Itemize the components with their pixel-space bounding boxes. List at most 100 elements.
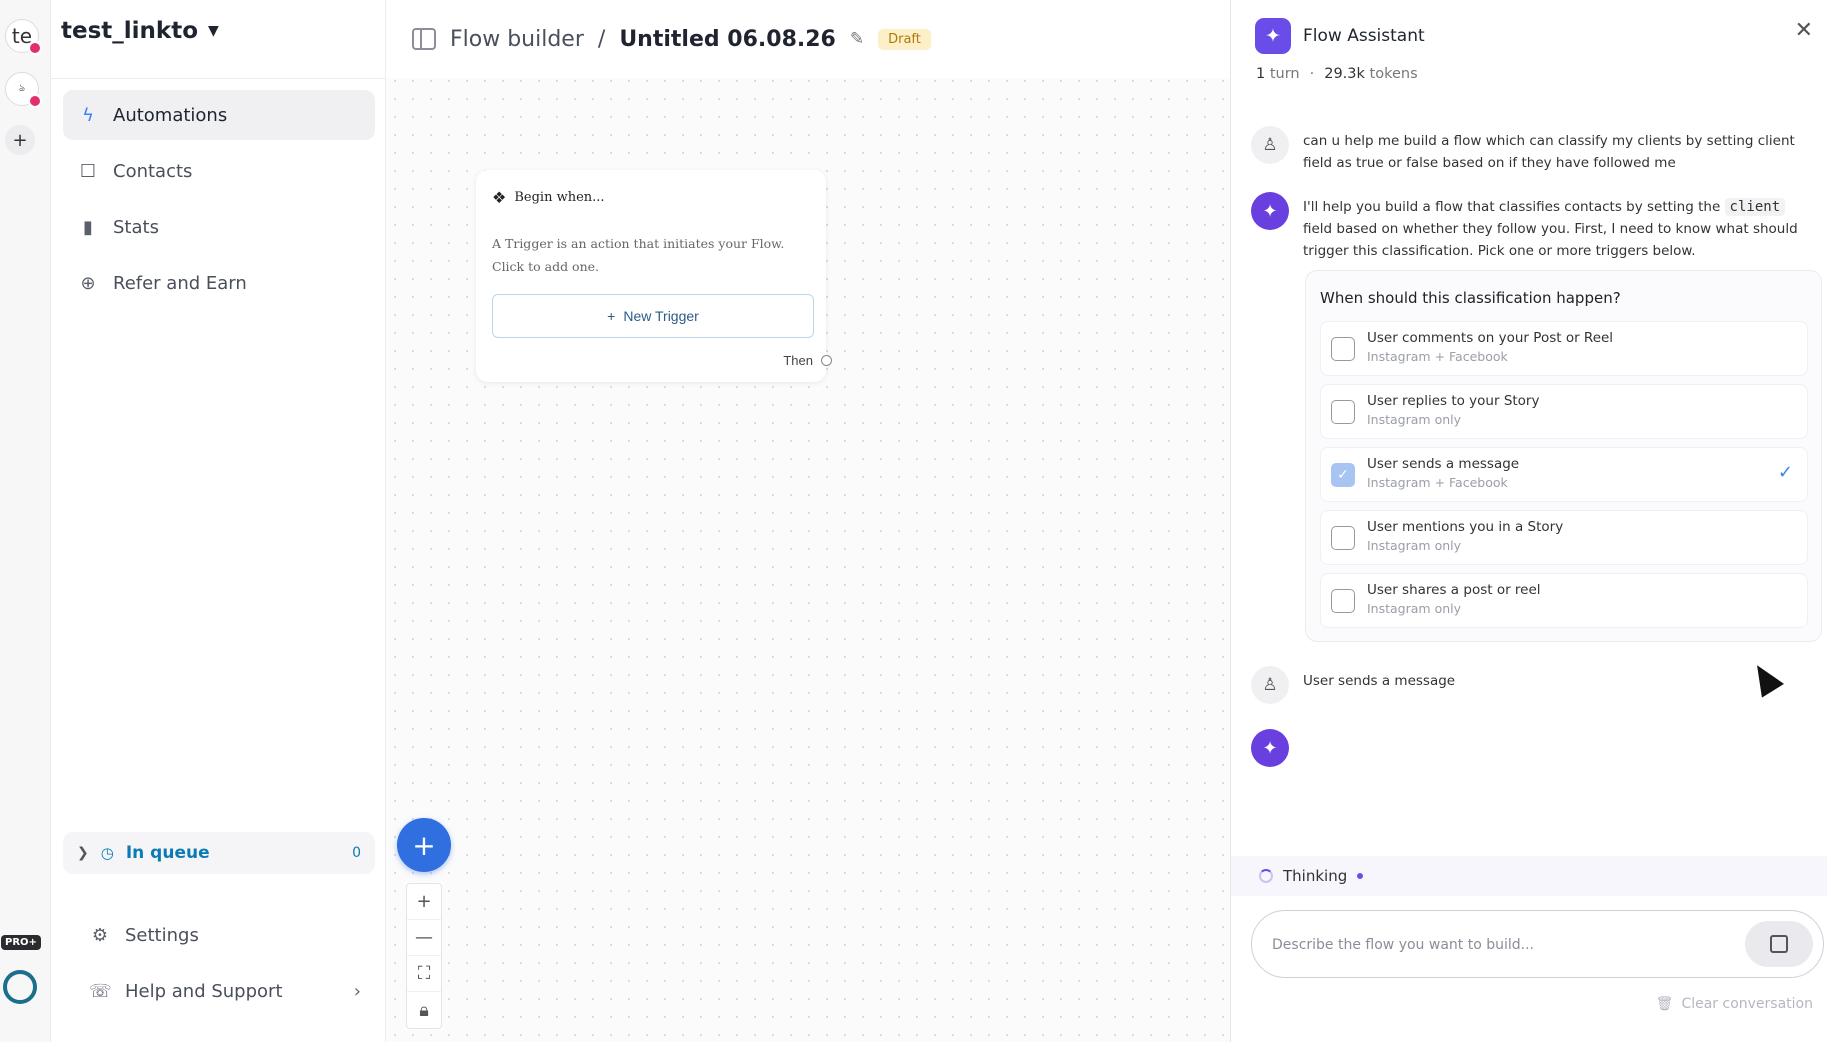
- instagram-icon: [28, 94, 42, 108]
- connector-handle[interactable]: [821, 355, 832, 366]
- workspace-switcher[interactable]: test_linkto ▼: [61, 18, 219, 44]
- option-title: User replies to your Story: [1367, 393, 1540, 409]
- chevron-right-icon: ›: [353, 980, 361, 1002]
- option-title: User comments on your Post or Reel: [1367, 330, 1614, 346]
- then-connector[interactable]: Then: [783, 353, 832, 368]
- trigger-option[interactable]: User replies to your Story Instagram onl…: [1320, 384, 1808, 439]
- choice-question: When should this classification happen?: [1320, 289, 1621, 307]
- stats-separator: ·: [1309, 66, 1315, 82]
- new-trigger-label: New Trigger: [623, 308, 699, 324]
- lock-button[interactable]: 🔒︎: [407, 992, 441, 1028]
- checkmark-icon: ✓: [1777, 462, 1793, 483]
- trigger-option-selected[interactable]: ✓ User sends a message Instagram + Faceb…: [1320, 447, 1808, 502]
- assistant-title: Flow Assistant: [1303, 26, 1425, 46]
- flow-canvas[interactable]: Flow builder / Untitled 06.08.26 ✎ Draft…: [386, 0, 1230, 1042]
- spinner-icon: [1259, 869, 1273, 883]
- zoom-out-button[interactable]: —: [407, 920, 441, 956]
- nav-label: Automations: [113, 104, 228, 126]
- option-subtitle: Instagram only: [1367, 412, 1462, 427]
- option-subtitle: Instagram only: [1367, 601, 1462, 616]
- checkbox-checked[interactable]: ✓: [1331, 463, 1355, 487]
- caret-down-icon: ▼: [208, 23, 219, 39]
- zoom-controls: + — ⛶ 🔒︎: [406, 883, 442, 1029]
- add-account-button[interactable]: +: [5, 125, 35, 155]
- assistant-pending-message: ✦: [1251, 729, 1811, 767]
- pencil-icon[interactable]: ✎: [850, 29, 864, 49]
- token-unit: tokens: [1369, 66, 1418, 82]
- nav-label: Contacts: [113, 160, 193, 182]
- assistant-message-pre: I'll help you build a flow that classifi…: [1303, 199, 1721, 215]
- trigger-option[interactable]: User shares a post or reel Instagram onl…: [1320, 573, 1808, 628]
- clear-label: Clear conversation: [1681, 996, 1813, 1012]
- trash-icon: 🗑︎: [1655, 996, 1674, 1012]
- checkbox[interactable]: [1331, 526, 1355, 550]
- checkbox[interactable]: [1331, 589, 1355, 613]
- contact-card-icon: ☐: [79, 160, 97, 182]
- topbar: Flow builder / Untitled 06.08.26 ✎ Draft: [386, 0, 1230, 78]
- account-rail: te ঌ + PRO+: [0, 0, 51, 1042]
- plus-icon: +: [412, 828, 436, 862]
- then-label: Then: [783, 353, 813, 368]
- main-nav: ϟ Automations ☐ Contacts ▮ Stats ⊕ Refer…: [63, 90, 375, 314]
- nav-item-stats[interactable]: ▮ Stats: [63, 202, 375, 252]
- assistant-stats: 1 turn · 29.3k tokens: [1256, 66, 1418, 82]
- secondary-account-avatar[interactable]: ঌ: [5, 72, 42, 108]
- bolt-icon: ϟ: [82, 104, 94, 126]
- stop-button[interactable]: [1745, 921, 1813, 967]
- plus-icon: +: [607, 308, 616, 324]
- new-trigger-button[interactable]: + New Trigger: [492, 294, 814, 338]
- user-message-text: can u help me build a flow which can cla…: [1303, 133, 1795, 171]
- nav-item-contacts[interactable]: ☐ Contacts: [63, 146, 375, 196]
- option-subtitle: Instagram + Facebook: [1367, 475, 1508, 490]
- divider: [51, 78, 385, 79]
- trigger-node[interactable]: ❖ Begin when... A Trigger is an action t…: [476, 170, 832, 382]
- prompt-input[interactable]: [1272, 931, 1712, 959]
- option-title: User mentions you in a Story: [1367, 519, 1564, 535]
- trigger-heading: ❖ Begin when...: [492, 188, 605, 207]
- nav-item-help[interactable]: ☏ Help and Support ›: [75, 966, 375, 1016]
- pro-badge: PRO+: [1, 935, 41, 950]
- add-step-button[interactable]: +: [397, 818, 451, 872]
- turn-count: 1: [1256, 66, 1266, 82]
- sparkle-icon: ✦: [1251, 192, 1289, 230]
- breadcrumb-section[interactable]: Flow builder: [450, 27, 584, 52]
- assistant-message-post: field based on whether they follow you. …: [1303, 221, 1798, 259]
- queue-toggle[interactable]: ❯ ◷ In queue 0: [63, 832, 375, 874]
- thinking-label: Thinking: [1283, 867, 1348, 885]
- bar-chart-icon: ▮: [83, 216, 93, 238]
- clear-conversation-button[interactable]: 🗑︎ Clear conversation: [1656, 996, 1813, 1012]
- assistant-message: ✦ I'll help you build a flow that classi…: [1251, 192, 1811, 262]
- secondary-account-glyph: ঌ: [18, 82, 26, 94]
- clock-icon: ◷: [100, 844, 114, 862]
- close-icon[interactable]: ✕: [1795, 18, 1813, 43]
- trigger-option[interactable]: User mentions you in a Story Instagram o…: [1320, 510, 1808, 565]
- trigger-diamond-icon: ❖: [492, 188, 507, 207]
- trigger-choice-box: When should this classification happen? …: [1305, 270, 1822, 642]
- gear-icon: ⚙: [91, 924, 109, 946]
- chevron-right-icon: ❯: [77, 845, 89, 861]
- fit-view-button[interactable]: ⛶: [407, 956, 441, 992]
- breadcrumb-separator: /: [597, 26, 606, 52]
- user-avatar-icon: ♙: [1251, 666, 1289, 704]
- user-message: ♙ can u help me build a flow which can c…: [1251, 126, 1811, 174]
- toggle-sidebar-icon[interactable]: [412, 28, 436, 50]
- nav-item-settings[interactable]: ⚙ Settings: [75, 910, 375, 960]
- assistant-message-text: I'll help you build a flow that classifi…: [1303, 192, 1811, 262]
- app-logo-icon[interactable]: [3, 970, 37, 1004]
- checkbox[interactable]: [1331, 400, 1355, 424]
- nav-item-refer-and-earn[interactable]: ⊕ Refer and Earn: [63, 258, 375, 308]
- zoom-in-button[interactable]: +: [407, 884, 441, 920]
- trigger-option[interactable]: User comments on your Post or Reel Insta…: [1320, 321, 1808, 376]
- flow-assistant-panel: ✦ Flow Assistant ✕ 1 turn · 29.3k tokens…: [1230, 0, 1827, 1042]
- nav-item-automations[interactable]: ϟ Automations: [63, 90, 375, 140]
- account-avatar[interactable]: te: [5, 19, 42, 55]
- turn-unit: turn: [1269, 66, 1300, 82]
- trigger-description: A Trigger is an action that initiates yo…: [492, 236, 785, 274]
- checkbox[interactable]: [1331, 337, 1355, 361]
- plus-icon: +: [12, 129, 28, 151]
- nav-label: Stats: [113, 216, 159, 238]
- instagram-icon: [28, 41, 42, 55]
- queue-label: In queue: [125, 843, 210, 863]
- flow-title: Untitled 06.08.26: [619, 26, 836, 52]
- option-subtitle: Instagram only: [1367, 538, 1462, 553]
